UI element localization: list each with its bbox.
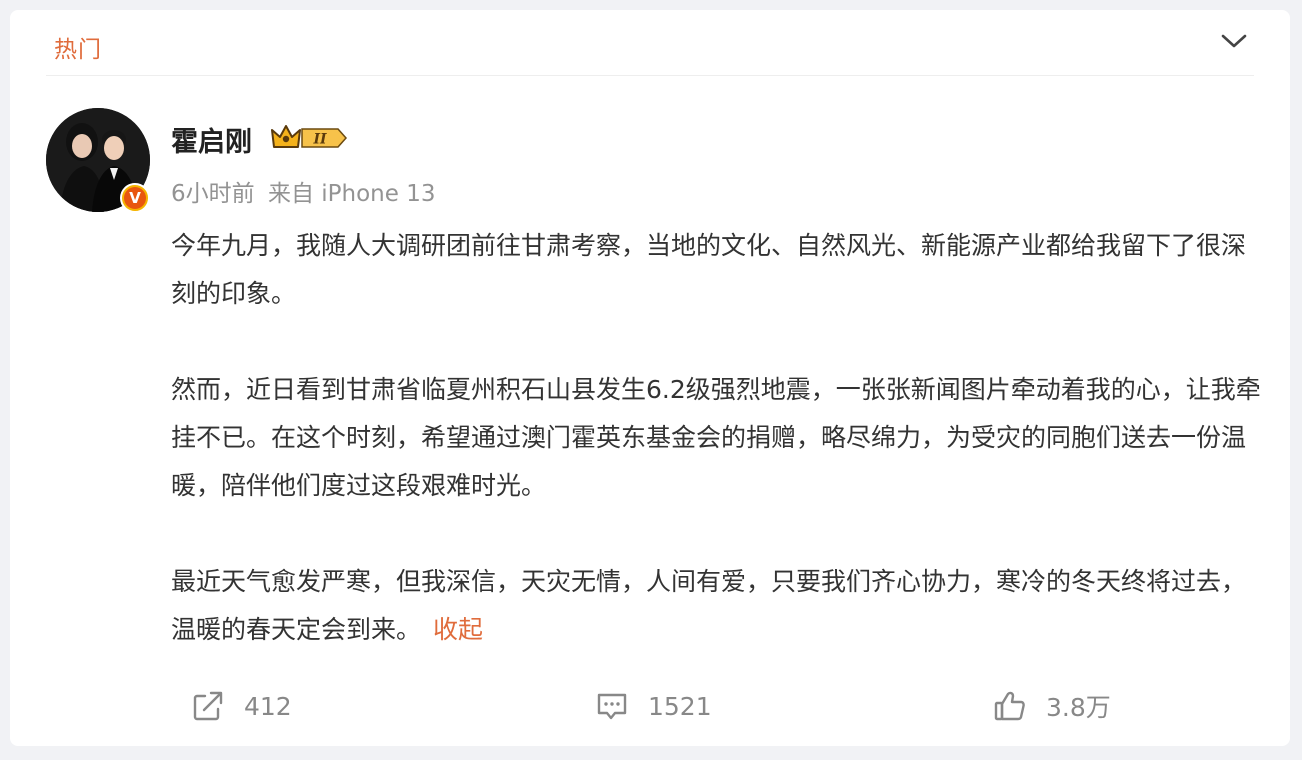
repost-count: 412 [244, 691, 292, 721]
like-icon [994, 691, 1025, 721]
verified-icon: V [120, 183, 150, 213]
verified-badge-label: V [124, 187, 146, 209]
collapse-link[interactable]: 收起 [433, 615, 483, 644]
paragraph-1: 今年九月，我随人大调研团前往甘肃考察，当地的文化、自然风光、新能源产业都给我留下… [171, 231, 1247, 308]
repost-icon [193, 691, 223, 721]
paragraph-3-text: 最近天气愈发严寒，但我深信，天灾无情，人间有爱，只要我们齐心协力，寒冷的冬天终将… [171, 567, 1247, 644]
post-time[interactable]: 6小时前 [171, 181, 255, 207]
action-bar: 412 1521 3.8万 [10, 680, 1290, 736]
username[interactable]: 霍启刚 [171, 120, 252, 159]
like-button[interactable]: 3.8万 [992, 686, 1111, 726]
comment-count: 1521 [648, 691, 712, 721]
post-meta: 6小时前 来自 iPhone 13 [171, 174, 441, 208]
vip-badge[interactable]: II [270, 123, 348, 153]
comment-button[interactable]: 1521 [594, 686, 712, 726]
repost-button[interactable]: 412 [190, 686, 292, 726]
vip-level-text: II [312, 132, 327, 148]
post-source: 来自 iPhone 13 [267, 181, 436, 207]
paragraph-2: 然而，近日看到甘肃省临夏州积石山县发生6.2级强烈地震，一张张新闻图片牵动着我的… [171, 375, 1261, 500]
post-content: 今年九月，我随人大调研团前往甘肃考察，当地的文化、自然风光、新能源产业都给我留下… [171, 222, 1261, 654]
feed-header: 热门 [46, 10, 1254, 76]
comment-icon [597, 693, 627, 720]
chevron-down-icon[interactable] [1220, 30, 1248, 52]
paragraph-3: 最近天气愈发严寒，但我深信，天灾无情，人间有爱，只要我们齐心协力，寒冷的冬天终将… [171, 558, 1261, 654]
like-count: 3.8万 [1046, 693, 1111, 722]
post-card: 热门 V 霍启刚 II 6小时前 来自 iPhone 13 今年九月，我随人大调… [10, 10, 1290, 746]
crown-icon [271, 125, 301, 148]
tab-hot[interactable]: 热门 [54, 30, 102, 64]
